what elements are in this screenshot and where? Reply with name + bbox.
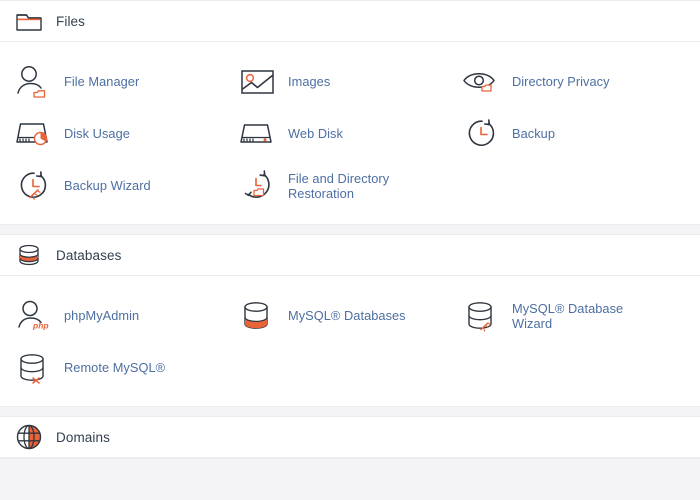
cpanel-feature-list: Files File Manager Images Directory Priv… xyxy=(0,0,700,500)
mysql-databases-icon xyxy=(238,296,278,336)
feature-label: File Manager xyxy=(64,74,140,90)
section-header-domains: Domains xyxy=(0,417,700,458)
feature-label: Backup xyxy=(512,126,555,142)
feature-item-backup-wizard[interactable]: Backup Wizard xyxy=(0,160,224,212)
feature-label: MySQL® Database Wizard xyxy=(512,300,624,332)
feature-label: Directory Privacy xyxy=(512,74,610,90)
phpmyadmin-icon: php xyxy=(14,296,54,336)
feature-item-mysql-databases[interactable]: MySQL® Databases xyxy=(224,290,448,342)
section-body-files: File Manager Images Directory Privacy Di… xyxy=(0,42,700,224)
mysql-wizard-icon xyxy=(462,296,502,336)
section-body-databases: php phpMyAdmin MySQL® Databases MySQL® D… xyxy=(0,276,700,406)
backup-wizard-icon xyxy=(14,166,54,206)
disk-usage-icon xyxy=(14,114,54,154)
feature-label: File and Directory Restoration xyxy=(288,170,390,202)
file-restoration-icon xyxy=(238,166,278,206)
feature-label: MySQL® Databases xyxy=(288,308,406,324)
feature-label: Backup Wizard xyxy=(64,178,151,194)
feature-item-images[interactable]: Images xyxy=(224,56,448,108)
section-title: Domains xyxy=(56,429,110,445)
feature-label: Web Disk xyxy=(288,126,343,142)
section-title: Databases xyxy=(56,247,122,263)
section-title: Files xyxy=(56,13,86,29)
svg-text:php: php xyxy=(32,321,49,331)
feature-item-file-manager[interactable]: File Manager xyxy=(0,56,224,108)
feature-label: Remote MySQL® xyxy=(64,360,166,376)
feature-item-backup[interactable]: Backup xyxy=(448,108,672,160)
feature-grid-files: File Manager Images Directory Privacy Di… xyxy=(0,56,700,212)
folder-icon xyxy=(14,6,44,36)
feature-item-remote-mysql[interactable]: Remote MySQL® xyxy=(0,342,224,394)
section-card-databases: Databases php phpMyAdmin MySQL® Database… xyxy=(0,234,700,407)
feature-item-web-disk[interactable]: Web Disk xyxy=(224,108,448,160)
feature-item-mysql-database-wizard[interactable]: MySQL® Database Wizard xyxy=(448,290,672,342)
feature-label: Disk Usage xyxy=(64,126,130,142)
feature-item-phpmyadmin[interactable]: php phpMyAdmin xyxy=(0,290,224,342)
directory-privacy-icon xyxy=(462,62,502,102)
backup-icon xyxy=(462,114,502,154)
section-card-domains: Domains xyxy=(0,416,700,459)
feature-label: Images xyxy=(288,74,331,90)
images-icon xyxy=(238,62,278,102)
section-header-files: Files xyxy=(0,1,700,42)
section-header-databases: Databases xyxy=(0,235,700,276)
database-icon xyxy=(14,240,44,270)
feature-item-disk-usage[interactable]: Disk Usage xyxy=(0,108,224,160)
section-card-files: Files File Manager Images Directory Priv… xyxy=(0,0,700,225)
feature-grid-databases: php phpMyAdmin MySQL® Databases MySQL® D… xyxy=(0,290,700,394)
feature-item-directory-privacy[interactable]: Directory Privacy xyxy=(448,56,672,108)
feature-label: phpMyAdmin xyxy=(64,308,140,324)
web-disk-icon xyxy=(238,114,278,154)
feature-item-file-and-directory-restoration[interactable]: File and Directory Restoration xyxy=(224,160,448,212)
file-manager-icon xyxy=(14,62,54,102)
remote-mysql-icon xyxy=(14,348,54,388)
globe-icon xyxy=(14,422,44,452)
